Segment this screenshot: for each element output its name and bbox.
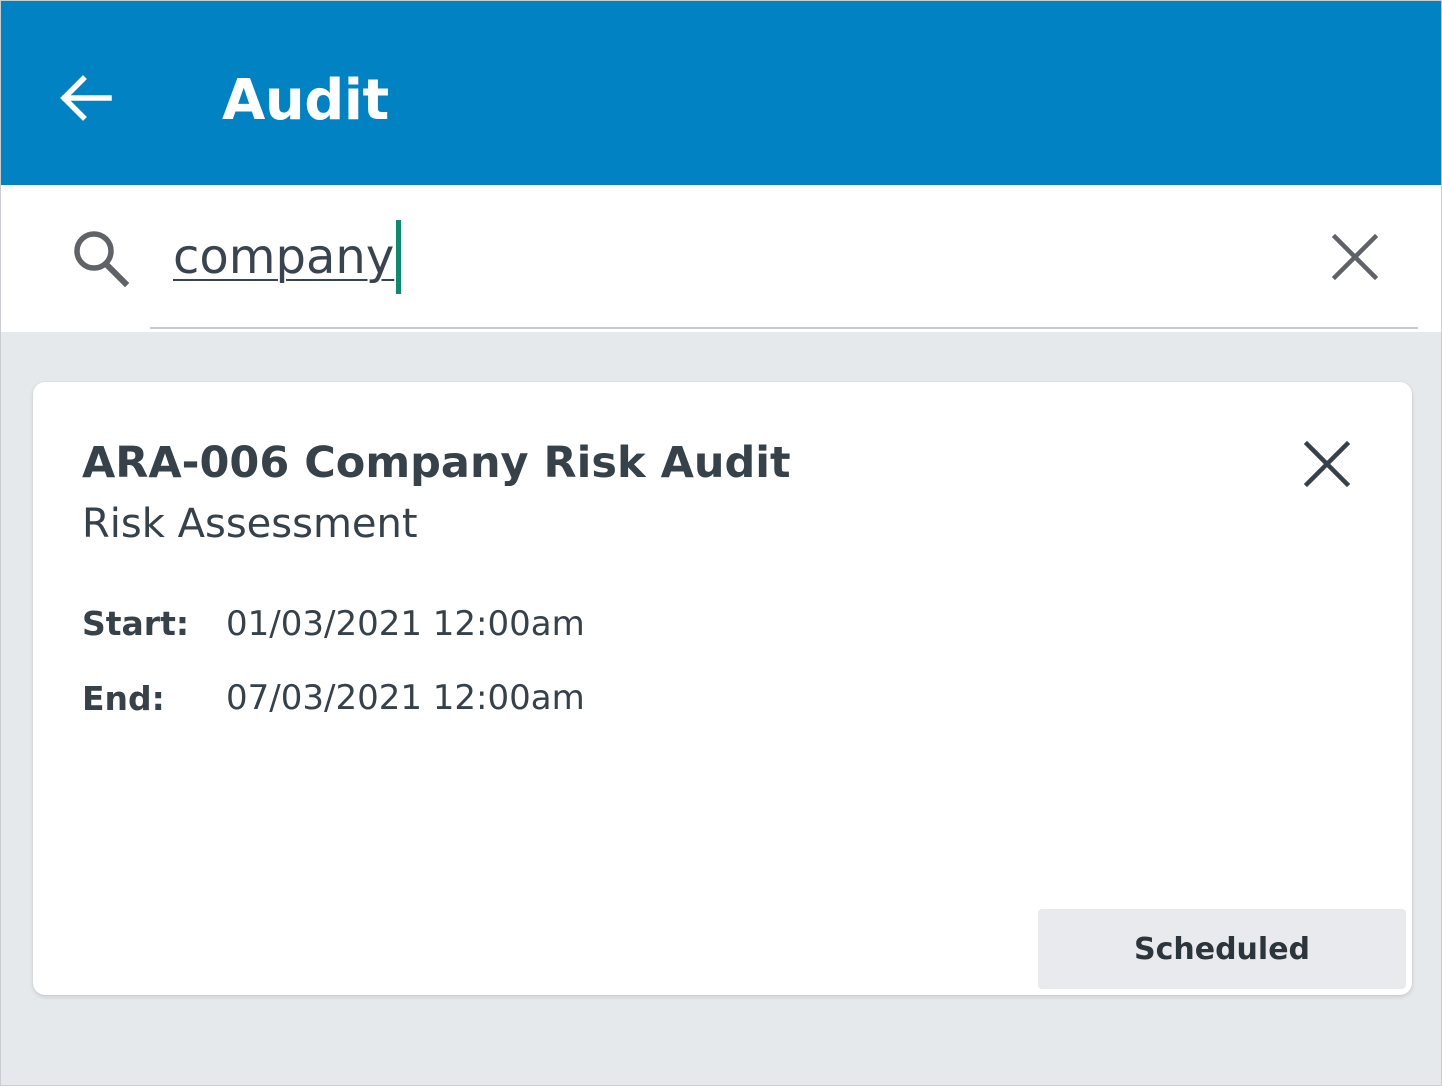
- audit-type: Risk Assessment: [82, 501, 418, 547]
- page-title: Audit: [222, 68, 389, 133]
- back-button[interactable]: [53, 65, 119, 131]
- end-date: 07/03/2021 12:00am: [226, 678, 585, 718]
- search-input[interactable]: [173, 225, 1303, 289]
- close-icon: [1303, 440, 1351, 488]
- text-caret: [396, 220, 401, 294]
- start-label: Start:: [82, 604, 190, 643]
- audit-title: ARA-006 Company Risk Audit: [82, 438, 791, 488]
- search-underline: [150, 327, 1418, 329]
- audit-result-card[interactable]: ARA-006 Company Risk Audit Risk Assessme…: [33, 382, 1412, 995]
- clear-search-button[interactable]: [1323, 225, 1387, 289]
- start-date: 01/03/2021 12:00am: [226, 604, 585, 644]
- dismiss-card-button[interactable]: [1297, 434, 1357, 494]
- search-icon: [67, 223, 133, 289]
- arrow-left-icon: [60, 75, 112, 121]
- end-label: End:: [82, 679, 165, 718]
- close-icon: [1331, 233, 1379, 281]
- status-badge: Scheduled: [1038, 909, 1406, 989]
- app-bar: Audit: [1, 1, 1441, 185]
